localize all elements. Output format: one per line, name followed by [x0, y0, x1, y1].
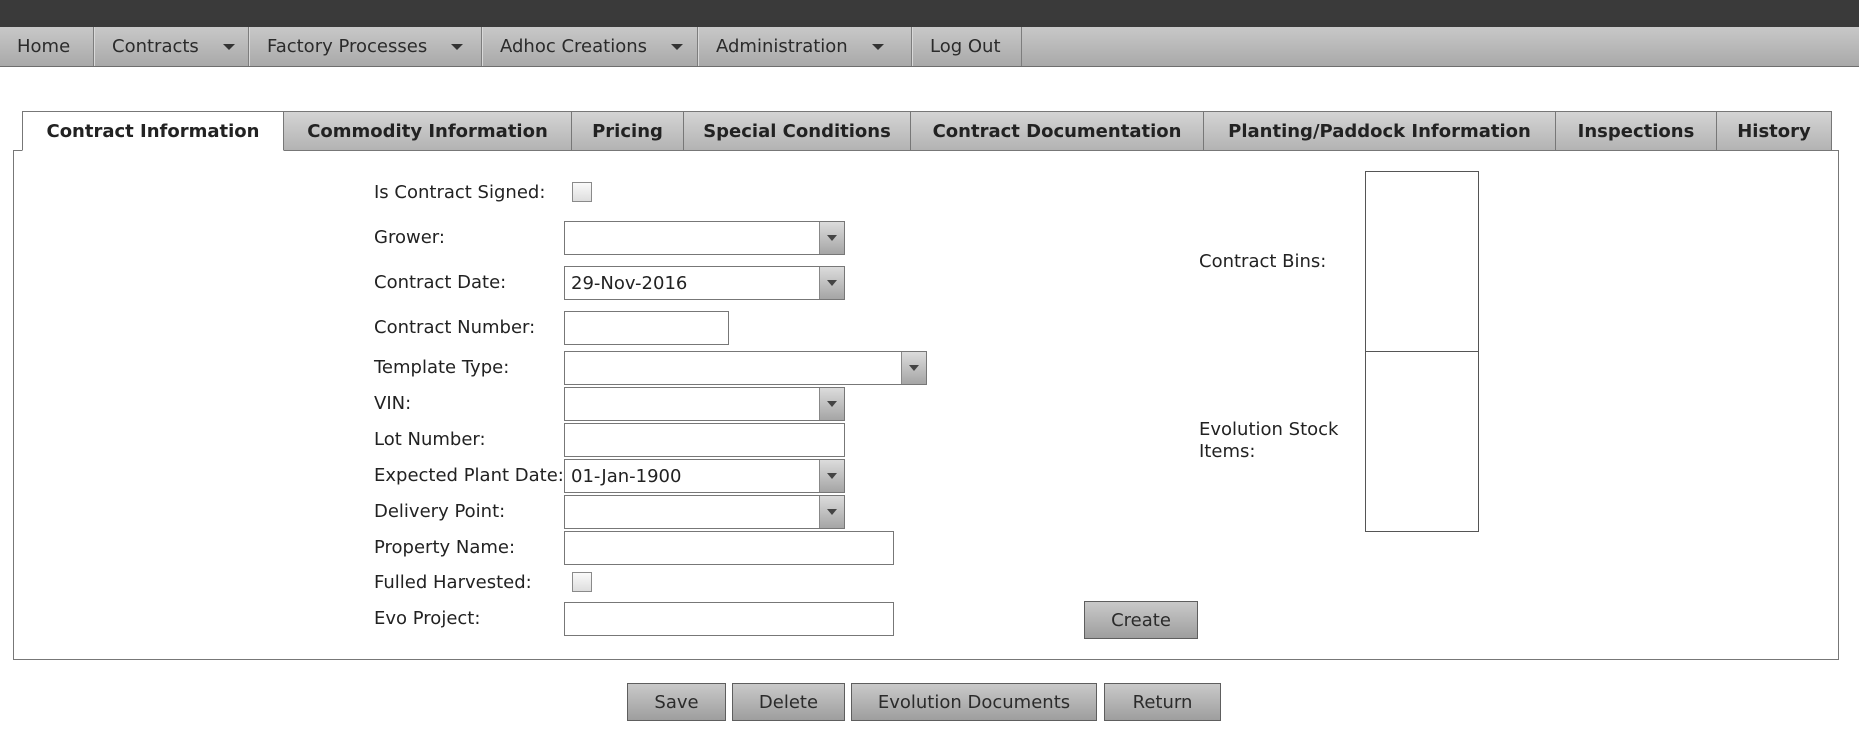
contract-date-label: Contract Date: — [374, 272, 507, 293]
save-button[interactable]: Save — [627, 683, 726, 721]
is-contract-signed-label: Is Contract Signed: — [374, 182, 546, 203]
vin-select[interactable] — [564, 387, 845, 421]
menu-contracts[interactable]: Contracts — [94, 27, 249, 66]
tab-history[interactable]: History — [1717, 111, 1832, 151]
tab-planting-paddock-information[interactable]: Planting/Paddock Information — [1204, 111, 1556, 151]
evolution-documents-button[interactable]: Evolution Documents — [851, 683, 1097, 721]
delete-button-label: Delete — [758, 691, 819, 713]
menu-contracts-label: Contracts — [112, 36, 199, 57]
lot-number-input[interactable] — [564, 423, 845, 457]
evolution-stock-items-label: Evolution Stock Items: — [1199, 419, 1339, 462]
evolution-stock-items-list[interactable] — [1365, 351, 1479, 532]
menu-administration[interactable]: Administration — [698, 27, 912, 66]
dropdown-button[interactable] — [819, 388, 844, 420]
evo-project-label: Evo Project: — [374, 608, 481, 629]
fulled-harvested-label: Fulled Harvested: — [374, 572, 532, 593]
property-name-input[interactable] — [564, 531, 894, 565]
expected-plant-date-picker[interactable]: 01-Jan-1900 — [564, 459, 845, 493]
lot-number-label: Lot Number: — [374, 429, 486, 450]
chevron-down-icon — [671, 43, 683, 50]
chevron-down-icon — [222, 43, 235, 50]
menu-home[interactable]: Home — [0, 27, 94, 66]
is-contract-signed-checkbox[interactable] — [572, 182, 592, 202]
dropdown-button[interactable] — [819, 496, 844, 528]
menu-adhoc-creations-label: Adhoc Creations — [500, 36, 647, 57]
dropdown-button[interactable] — [819, 267, 844, 299]
tab-pricing-label: Pricing — [592, 120, 663, 142]
expected-plant-date-value: 01-Jan-1900 — [571, 465, 682, 487]
tab-bar: Contract Information Commodity Informati… — [22, 111, 1832, 151]
chevron-down-icon — [909, 365, 919, 371]
return-button-label: Return — [1132, 691, 1193, 713]
menu-adhoc-creations[interactable]: Adhoc Creations — [482, 27, 698, 66]
tab-special-conditions-label: Special Conditions — [703, 120, 891, 142]
vin-label: VIN: — [374, 393, 412, 414]
menu-log-out-label: Log Out — [930, 36, 1001, 57]
return-button[interactable]: Return — [1104, 683, 1221, 721]
tab-history-label: History — [1737, 120, 1811, 142]
menu-home-label: Home — [17, 36, 71, 57]
expected-plant-date-label: Expected Plant Date: — [374, 465, 564, 486]
main-menu: Home Contracts Factory Processes Adhoc C… — [0, 27, 1859, 67]
save-button-label: Save — [654, 691, 699, 713]
chevron-down-icon — [827, 473, 837, 479]
grower-label: Grower: — [374, 227, 445, 248]
evolution-documents-button-label: Evolution Documents — [877, 691, 1071, 713]
dropdown-button[interactable] — [901, 352, 926, 384]
delivery-point-select[interactable] — [564, 495, 845, 529]
chevron-down-icon — [871, 43, 884, 50]
template-type-label: Template Type: — [374, 357, 510, 378]
chevron-down-icon — [827, 509, 837, 515]
fulled-harvested-checkbox[interactable] — [572, 572, 592, 592]
menu-factory-processes[interactable]: Factory Processes — [249, 27, 482, 66]
property-name-label: Property Name: — [374, 537, 516, 558]
tab-planting-paddock-information-label: Planting/Paddock Information — [1228, 120, 1531, 142]
delete-button[interactable]: Delete — [732, 683, 845, 721]
chevron-down-icon — [827, 235, 837, 241]
tab-contract-information-label: Contract Information — [46, 120, 260, 142]
contract-information-panel: Is Contract Signed: Grower: Contract Dat… — [13, 150, 1839, 660]
tab-commodity-information-label: Commodity Information — [307, 120, 548, 142]
contract-number-input[interactable] — [564, 311, 729, 345]
chevron-down-icon — [451, 43, 464, 50]
tab-contract-documentation[interactable]: Contract Documentation — [911, 111, 1204, 151]
tab-inspections[interactable]: Inspections — [1556, 111, 1717, 151]
dropdown-button[interactable] — [819, 222, 844, 254]
dropdown-button[interactable] — [819, 460, 844, 492]
template-type-select[interactable] — [564, 351, 927, 385]
contract-date-value: 29-Nov-2016 — [571, 272, 688, 294]
tab-special-conditions[interactable]: Special Conditions — [684, 111, 911, 151]
menu-administration-label: Administration — [716, 36, 848, 57]
contract-number-label: Contract Number: — [374, 317, 536, 338]
menu-log-out[interactable]: Log Out — [912, 27, 1022, 66]
contract-bins-label: Contract Bins: — [1199, 251, 1327, 272]
create-button[interactable]: Create — [1084, 601, 1198, 639]
contract-date-picker[interactable]: 29-Nov-2016 — [564, 266, 845, 300]
tab-contract-information[interactable]: Contract Information — [22, 111, 284, 151]
tab-commodity-information[interactable]: Commodity Information — [284, 111, 572, 151]
tab-contract-documentation-label: Contract Documentation — [932, 120, 1182, 142]
menu-factory-processes-label: Factory Processes — [267, 36, 428, 57]
delivery-point-label: Delivery Point: — [374, 501, 506, 522]
create-button-label: Create — [1111, 609, 1171, 631]
tab-inspections-label: Inspections — [1577, 120, 1695, 142]
top-bar — [0, 0, 1859, 27]
chevron-down-icon — [827, 401, 837, 407]
chevron-down-icon — [827, 280, 837, 286]
contract-bins-list[interactable] — [1365, 171, 1479, 352]
evo-project-input[interactable] — [564, 602, 894, 636]
grower-select[interactable] — [564, 221, 845, 255]
tab-pricing[interactable]: Pricing — [572, 111, 684, 151]
